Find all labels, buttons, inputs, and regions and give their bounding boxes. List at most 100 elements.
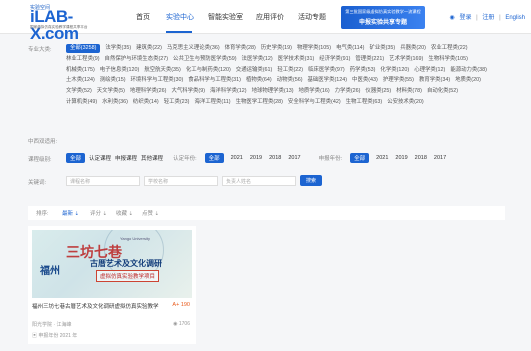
major-chip[interactable]: 建筑类(22) (136, 43, 162, 54)
course-opt-other[interactable]: 其他课程 (141, 154, 163, 162)
major-chip[interactable]: 全部(3258) (66, 44, 101, 53)
course-thumbnail[interactable]: Yango University 三坊七巷 福州 古厝艺术及文化调研 虚拟仿真实… (32, 230, 192, 298)
major-chip[interactable]: 轻工类(22) (277, 65, 303, 76)
major-chip[interactable]: 天文学类(5) (97, 86, 125, 97)
cert-year-2019[interactable]: 2019 (250, 155, 262, 161)
major-chip[interactable]: 生物工程类(63) (346, 97, 383, 108)
cert-year-2017[interactable]: 2017 (288, 155, 300, 161)
major-chip[interactable]: 法学类(35) (105, 43, 131, 54)
major-chip[interactable]: 植物类(64) (246, 75, 272, 86)
nav-home[interactable]: 首页 (136, 12, 150, 22)
major-chip[interactable]: 文学类(52) (66, 86, 92, 97)
cert-year-2018[interactable]: 2018 (269, 155, 281, 161)
major-chip[interactable]: 动物类(56) (277, 75, 303, 86)
major-chip[interactable]: 水利类(36) (102, 97, 128, 108)
major-chip[interactable]: 环境科学与工程类(30) (131, 75, 184, 86)
major-chip[interactable]: 机械类(175) (66, 65, 95, 76)
apply-year-2018[interactable]: 2018 (415, 155, 427, 161)
course-title[interactable]: 福州三坊七巷古厝艺术及文化调研虚拟仿真实验教学 (32, 302, 159, 310)
major-chip[interactable]: 心理学类(12) (414, 65, 445, 76)
major-chip[interactable]: 法医学类(12) (242, 54, 273, 65)
course-opt-all[interactable]: 全部 (66, 153, 86, 163)
search-button[interactable]: 搜索 (300, 175, 323, 186)
nav-evaluation[interactable]: 应用评价 (256, 12, 284, 22)
leader-name-input[interactable]: 负责人姓名 (222, 175, 296, 186)
ilab-logo[interactable]: 实验空间 iLAB-X.com 国家虚拟仿真实验教学课程共享平台 (30, 4, 115, 42)
major-chip[interactable]: 计算机类(49) (66, 97, 97, 108)
major-chip[interactable]: 体育学类(28) (225, 43, 256, 54)
course-opt-certified[interactable]: 认定课程 (89, 154, 111, 162)
major-chip[interactable]: 矿业类(35) (369, 43, 395, 54)
apply-year-all[interactable]: 全部 (350, 153, 370, 163)
major-chip[interactable]: 轻工类(23) (164, 97, 190, 108)
major-chip[interactable]: 海洋科学类(12) (210, 86, 247, 97)
major-chip[interactable]: 电子信息类(120) (100, 65, 140, 76)
major-chip[interactable]: 地质类(20) (455, 75, 481, 86)
school-name-input[interactable]: 学校名称 (144, 175, 218, 186)
major-chip[interactable]: 化工与制药类(120) (186, 65, 231, 76)
major-chip[interactable]: 材料类(78) (396, 86, 422, 97)
major-chip[interactable]: 仪器类(25) (365, 86, 391, 97)
major-chip[interactable]: 大气科学类(9) (171, 86, 205, 97)
major-chip[interactable]: 力学类(26) (335, 86, 361, 97)
major-chip[interactable]: 食品科学与工程类(31) (188, 75, 241, 86)
major-chip[interactable]: 中医类(43) (352, 75, 378, 86)
sort-label: 排序: (36, 211, 49, 217)
major-chip[interactable]: 教育学类(34) (419, 75, 450, 86)
sort-rating[interactable]: 评分 ⇣ (90, 209, 107, 217)
sort-favorites[interactable]: 收藏 ⇣ (116, 209, 133, 217)
apply-year-2017[interactable]: 2017 (434, 155, 446, 161)
nav-experiment-center[interactable]: 实验中心 (166, 12, 194, 22)
major-chip[interactable]: 林业工程类(9) (66, 54, 100, 65)
major-chip[interactable]: 自然保护与环境生态类(27) (105, 54, 169, 65)
apply-year-2021[interactable]: 2021 (376, 155, 388, 161)
major-chip[interactable]: 交通运输类(61) (236, 65, 273, 76)
language-link[interactable]: English (505, 15, 525, 21)
major-chip[interactable]: 化学类(120) (380, 65, 409, 76)
nav-smart-lab[interactable]: 智能实验室 (208, 12, 243, 22)
cert-year-all[interactable]: 全部 (204, 153, 224, 163)
major-chip[interactable]: 历史学类(19) (261, 43, 292, 54)
major-chip[interactable]: 测绘类(15) (100, 75, 126, 86)
promo-banner[interactable]: 第三批国家级虚拟仿真实验教学一流课程 申报实验共享专题 (341, 6, 425, 29)
major-chip[interactable]: 生物科学类(105) (428, 54, 468, 65)
major-chip[interactable]: 地理科学类(26) (130, 86, 167, 97)
major-chip[interactable]: 海洋工程类(11) (194, 97, 230, 108)
major-chip[interactable]: 公安技术类(20) (387, 97, 424, 108)
major-chip[interactable]: 安全科学与工程类(42) (288, 97, 341, 108)
major-chip[interactable]: 农业工程类(22) (431, 43, 468, 54)
apply-year-2019[interactable]: 2019 (395, 155, 407, 161)
major-chip[interactable]: 生物医学工程类(28) (236, 97, 283, 108)
major-chip[interactable]: 物理学类(105) (297, 43, 331, 54)
active-nav-indicator (166, 31, 192, 33)
major-chip[interactable]: 管理类(221) (355, 54, 384, 65)
major-chip[interactable]: 经济学类(91) (319, 54, 350, 65)
major-chip[interactable]: 公共卫生与预防医学类(59) (173, 54, 237, 65)
major-chip[interactable]: 护理学类(55) (383, 75, 414, 86)
cert-year-2021[interactable]: 2021 (231, 155, 243, 161)
major-chip[interactable]: 药学类(53) (350, 65, 376, 76)
major-chip[interactable]: 电气类(114) (336, 43, 364, 54)
sort-latest[interactable]: 最新 ⇣ (62, 209, 79, 217)
major-chip[interactable]: 兵器类(20) (400, 43, 426, 54)
major-chip[interactable]: 医学技术类(31) (278, 54, 315, 65)
course-name-input[interactable]: 课程名称 (66, 175, 140, 186)
footer-gap (0, 347, 531, 351)
major-chip[interactable]: 马克思主义理论类(36) (167, 43, 220, 54)
major-chip[interactable]: 基础医学类(124) (308, 75, 348, 86)
major-chip[interactable]: 地质学类(16) (299, 86, 330, 97)
major-chip[interactable]: 纺织类(14) (133, 97, 159, 108)
major-chip[interactable]: 地球物理学类(13) (252, 86, 294, 97)
major-chip[interactable]: 土木类(124) (66, 75, 95, 86)
register-link[interactable]: 注册 (482, 15, 494, 21)
major-chip[interactable]: 艺术学类(169) (389, 54, 423, 65)
nav-activities[interactable]: 活动专题 (298, 12, 326, 22)
major-chip[interactable]: 临床医学类(97) (308, 65, 345, 76)
sort-likes[interactable]: 点赞 ⇣ (142, 209, 159, 217)
course-card[interactable]: Yango University 三坊七巷 福州 古厝艺术及文化调研 虚拟仿真实… (28, 226, 196, 344)
major-chip[interactable]: 航空航天类(35) (144, 65, 181, 76)
course-opt-applied[interactable]: 申报课程 (115, 154, 137, 162)
login-link[interactable]: 登录 (459, 15, 471, 21)
major-chip[interactable]: 自动化类(52) (427, 86, 458, 97)
major-chip[interactable]: 能源动力类(38) (450, 65, 487, 76)
